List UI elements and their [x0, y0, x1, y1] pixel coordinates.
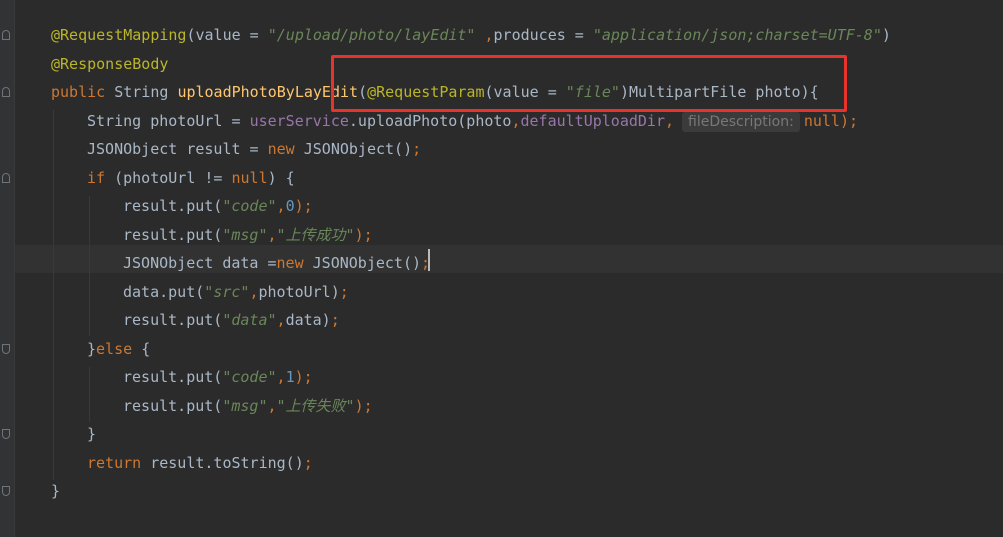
code-token: );: [294, 368, 313, 386]
code-token: {: [141, 340, 151, 358]
parameter-hint: fileDescription:: [682, 112, 800, 132]
code-token: result.put(: [123, 226, 223, 244]
code-token: ,: [276, 197, 286, 215]
fold-marker-icon[interactable]: [2, 344, 10, 354]
code-editor[interactable]: @RequestMapping(value = "/upload/photo/l…: [0, 0, 1003, 537]
field-token: defaultUploadDir: [520, 112, 666, 130]
field-token: userService: [249, 112, 349, 130]
code-token: );: [354, 226, 373, 244]
string-token: "msg": [222, 226, 268, 244]
code-line-12[interactable]: }else {: [87, 335, 150, 363]
keyword-token: else: [96, 340, 142, 358]
string-token: "上传失败": [276, 397, 355, 415]
code-token: ) {: [267, 169, 295, 187]
fold-marker-icon[interactable]: [2, 486, 10, 496]
code-token: produces =: [493, 26, 593, 44]
code-token: ;: [330, 311, 340, 329]
string-token: "code": [222, 197, 277, 215]
code-token: ,: [267, 397, 277, 415]
string-token: "data": [222, 311, 277, 329]
code-token: ): [881, 26, 891, 44]
code-token: data.put(: [123, 283, 205, 301]
code-line-11[interactable]: result.put("data",data);: [123, 306, 340, 334]
number-token: 1: [285, 368, 295, 386]
code-token: photoUrl): [258, 283, 340, 301]
code-token: ,: [665, 112, 675, 130]
code-token: ,: [276, 311, 286, 329]
keyword-token: public: [51, 83, 115, 101]
code-line-7[interactable]: result.put("code",0);: [123, 192, 313, 220]
editor-gutter[interactable]: [0, 0, 15, 537]
string-token: "application/json;charset=UTF-8": [592, 26, 882, 44]
red-highlight-box: [331, 55, 847, 112]
code-line-17[interactable]: }: [51, 477, 60, 505]
fold-marker-icon[interactable]: [2, 30, 10, 40]
indent-guide: [89, 367, 90, 422]
number-token: 0: [285, 197, 295, 215]
string-token: "code": [222, 368, 277, 386]
code-token: ,: [276, 368, 286, 386]
code-token: }: [87, 340, 97, 358]
code-token: JSONObject(): [312, 254, 422, 272]
keyword-token: null: [231, 169, 268, 187]
code-token: ,: [267, 226, 277, 244]
keyword-token: null: [803, 112, 840, 130]
code-token: );: [294, 197, 313, 215]
code-line-9[interactable]: JSONObject data =new JSONObject();: [123, 249, 430, 277]
code-token: ,: [511, 112, 521, 130]
code-line-15[interactable]: }: [87, 420, 96, 448]
code-token: data): [285, 311, 331, 329]
code-token: );: [839, 112, 858, 130]
code-token: result.put(: [123, 197, 223, 215]
string-token: "src": [204, 283, 250, 301]
code-line-6[interactable]: if (photoUrl != null) {: [87, 164, 295, 192]
keyword-token: return: [87, 454, 151, 472]
code-line-5[interactable]: JSONObject result = new JSONObject();: [87, 135, 421, 163]
fold-marker-icon[interactable]: [2, 429, 10, 439]
code-token: (photoUrl !=: [114, 169, 232, 187]
string-token: "上传成功": [276, 226, 355, 244]
code-line-16[interactable]: return result.toString();: [87, 449, 313, 477]
keyword-token: if: [87, 169, 115, 187]
code-token: .uploadPhoto(photo: [348, 112, 512, 130]
fold-marker-icon[interactable]: [2, 173, 10, 183]
code-line-14[interactable]: result.put("msg","上传失败");: [123, 392, 373, 420]
code-token: String: [114, 83, 178, 101]
code-token: }: [51, 482, 61, 500]
code-line-1[interactable]: @RequestMapping(value = "/upload/photo/l…: [51, 21, 891, 49]
annotation-token: @ResponseBody: [51, 55, 169, 73]
code-token: JSONObject data =: [123, 254, 277, 272]
string-token: "/upload/photo/layEdit": [267, 26, 476, 44]
indent-guide: [89, 196, 90, 336]
indent-guide: [53, 110, 54, 480]
code-line-10[interactable]: data.put("src",photoUrl);: [123, 278, 349, 306]
code-token: }: [87, 425, 97, 443]
code-token: ;: [339, 283, 349, 301]
code-token: result.put(: [123, 397, 223, 415]
code-token: (value =: [186, 26, 268, 44]
keyword-token: new: [276, 254, 313, 272]
code-token: result.toString(): [150, 454, 304, 472]
code-token: result.put(: [123, 311, 223, 329]
code-token: String photoUrl =: [87, 112, 250, 130]
keyword-token: new: [267, 140, 304, 158]
code-line-13[interactable]: result.put("code",1);: [123, 363, 313, 391]
string-token: "msg": [222, 397, 268, 415]
code-token: ;: [412, 140, 422, 158]
text-caret: [428, 249, 430, 271]
code-line-8[interactable]: result.put("msg","上传成功");: [123, 221, 373, 249]
fold-marker-icon[interactable]: [2, 87, 10, 97]
code-token: );: [354, 397, 373, 415]
code-token: JSONObject result =: [87, 140, 268, 158]
code-line-2[interactable]: @ResponseBody: [51, 50, 168, 78]
code-token: result.put(: [123, 368, 223, 386]
annotation-token: @RequestMapping: [51, 26, 187, 44]
code-token: ,: [475, 26, 494, 44]
code-token: ;: [303, 454, 313, 472]
code-token: JSONObject(): [303, 140, 413, 158]
